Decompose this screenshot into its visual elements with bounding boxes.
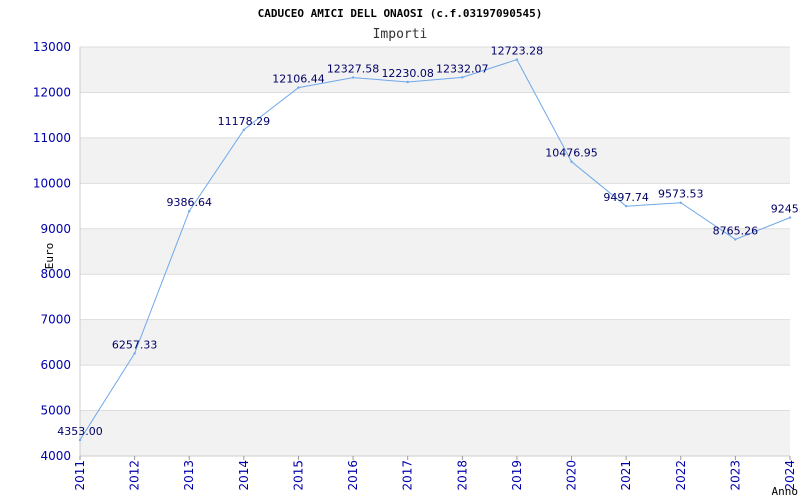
data-label: 11178.29 xyxy=(218,115,271,128)
data-label: 9386.64 xyxy=(166,196,212,209)
grid-bands xyxy=(80,47,790,456)
data-point xyxy=(188,210,191,213)
data-label: 10476.95 xyxy=(545,147,598,160)
x-tick-label: 2015 xyxy=(291,460,305,491)
data-point xyxy=(734,238,737,241)
data-point xyxy=(78,438,82,442)
x-tick-label: 2016 xyxy=(346,460,360,491)
data-label: 12106.44 xyxy=(272,73,325,86)
grid-band xyxy=(80,47,790,93)
x-tick-label: 2023 xyxy=(728,460,742,491)
y-tick-label: 4000 xyxy=(40,449,71,463)
data-point xyxy=(788,216,792,219)
grid-band xyxy=(80,137,790,184)
data-label: 6257.33 xyxy=(112,338,158,351)
x-tick-label: 2021 xyxy=(619,460,633,491)
data-label: 12327.58 xyxy=(327,63,380,76)
y-tick-label: 13000 xyxy=(33,40,71,54)
data-point xyxy=(679,201,682,204)
data-point xyxy=(515,58,519,61)
y-tick-label: 9000 xyxy=(40,222,71,236)
x-tick-label: 2011 xyxy=(73,460,87,491)
grid-band xyxy=(80,319,790,366)
data-point xyxy=(406,80,409,84)
x-tick-label: 2014 xyxy=(237,460,251,491)
y-tick-label: 5000 xyxy=(40,404,71,418)
y-tick-label: 10000 xyxy=(33,176,71,190)
data-label: 4353.00 xyxy=(57,425,103,438)
x-tick-label: 2013 xyxy=(182,460,196,491)
grid-band xyxy=(80,410,790,456)
data-point xyxy=(624,204,628,208)
x-tick-label: 2019 xyxy=(510,460,524,491)
chart-title: CADUCEO AMICI DELL ONAOSI (c.f.031970905… xyxy=(258,7,543,20)
y-tick-label: 11000 xyxy=(33,131,71,145)
chart-subtitle: Importi xyxy=(373,27,428,42)
data-label: 8765.26 xyxy=(713,224,759,237)
grid-band xyxy=(80,228,790,275)
data-label: 9245.7 xyxy=(771,203,800,216)
data-point xyxy=(242,128,246,131)
data-label: 12230.08 xyxy=(381,67,434,80)
data-point xyxy=(351,76,355,79)
data-point xyxy=(461,76,464,79)
x-tick-label: 2017 xyxy=(401,460,415,491)
x-tick-labels: 2011 2012 2013 2014 2015 2016 2017 2018 2019 2020… xyxy=(73,460,797,491)
x-tick-label: 2020 xyxy=(565,460,579,491)
data-point xyxy=(570,160,573,163)
data-label: 12723.28 xyxy=(491,45,544,58)
data-point xyxy=(297,86,300,89)
x-tick-label: 2012 xyxy=(128,460,142,491)
x-tick-label: 2022 xyxy=(674,460,688,491)
y-tick-label: 7000 xyxy=(40,313,71,327)
y-tick-label: 6000 xyxy=(40,358,71,372)
data-label: 12332.07 xyxy=(436,62,489,75)
line-chart: 4000500060007000800090001000011000120001… xyxy=(33,7,800,498)
x-tick-label: 2018 xyxy=(455,460,469,491)
data-label: 9573.53 xyxy=(658,188,704,201)
x-axis-label: Anno xyxy=(772,485,799,498)
data-label: 9497.74 xyxy=(603,191,649,204)
y-tick-label: 12000 xyxy=(33,85,71,99)
data-point xyxy=(133,352,136,355)
y-axis-label: Euro xyxy=(43,243,56,270)
